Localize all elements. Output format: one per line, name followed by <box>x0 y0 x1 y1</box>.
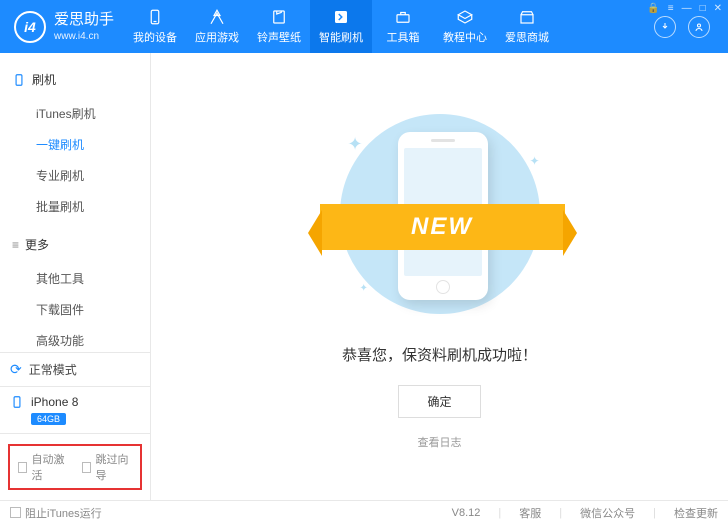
app-logo: i4 爱思助手 www.i4.cn <box>0 11 124 43</box>
status-label: 正常模式 <box>29 361 77 378</box>
nav-label: 应用游戏 <box>195 29 239 45</box>
shop-icon <box>518 8 536 26</box>
sidebar-item-onekey-flash[interactable]: 一键刷机 <box>0 129 150 160</box>
phone-icon <box>146 8 164 26</box>
new-ribbon: NEW <box>320 204 565 250</box>
sidebar-item-itunes-flash[interactable]: iTunes刷机 <box>0 98 150 129</box>
nav-label: 铃声壁纸 <box>257 29 301 45</box>
section-label: 刷机 <box>32 71 56 88</box>
nav-wallpaper[interactable]: 铃声壁纸 <box>248 0 310 53</box>
user-button[interactable] <box>688 16 710 38</box>
nav-apps[interactable]: 应用游戏 <box>186 0 248 53</box>
support-link[interactable]: 客服 <box>519 505 541 521</box>
nav-label: 我的设备 <box>133 29 177 45</box>
nav-tutorial[interactable]: 教程中心 <box>434 0 496 53</box>
sidebar-item-download-fw[interactable]: 下载固件 <box>0 294 150 325</box>
sidebar-item-batch-flash[interactable]: 批量刷机 <box>0 191 150 222</box>
success-message: 恭喜您，保资料刷机成功啦！ <box>342 344 537 365</box>
checks-area: 自动激活 跳过向导 <box>0 433 150 500</box>
header-right <box>654 16 728 38</box>
auto-activate-checkbox[interactable]: 自动激活 <box>18 451 68 483</box>
minimize-button[interactable]: — <box>682 3 692 14</box>
nav-toolbox[interactable]: 工具箱 <box>372 0 434 53</box>
tutorial-icon <box>456 8 474 26</box>
sidebar: 刷机 iTunes刷机 一键刷机 专业刷机 批量刷机 ≡ 更多 其他工具 下载固… <box>0 53 151 500</box>
download-icon <box>659 21 671 33</box>
user-icon <box>693 21 705 33</box>
list-icon: ≡ <box>12 238 19 252</box>
settings-icon[interactable]: ≡ <box>668 3 674 14</box>
block-itunes-checkbox[interactable]: 阻止iTunes运行 <box>10 505 102 521</box>
mode-status[interactable]: ⟳ 正常模式 <box>0 352 150 386</box>
sidebar-item-pro-flash[interactable]: 专业刷机 <box>0 160 150 191</box>
phone-outline-icon <box>12 73 26 87</box>
section-label: 更多 <box>25 236 49 253</box>
check-update-link[interactable]: 检查更新 <box>674 505 718 521</box>
app-url: www.i4.cn <box>54 31 99 42</box>
device-info[interactable]: iPhone 8 64GB <box>0 386 150 433</box>
footer: 阻止iTunes运行 V8.12 | 客服 | 微信公众号 | 检查更新 <box>0 500 728 524</box>
device-name-label: iPhone 8 <box>31 395 78 409</box>
success-illustration: ✦ ✦ ✦ NEW <box>330 104 550 324</box>
device-icon <box>10 395 24 409</box>
nav-flash[interactable]: 智能刷机 <box>310 0 372 53</box>
nav-shop[interactable]: 爱思商城 <box>496 0 558 53</box>
ok-button[interactable]: 确定 <box>398 385 480 418</box>
wechat-link[interactable]: 微信公众号 <box>580 505 635 521</box>
download-button[interactable] <box>654 16 676 38</box>
highlight-box: 自动激活 跳过向导 <box>8 444 142 490</box>
sidebar-item-advanced[interactable]: 高级功能 <box>0 325 150 352</box>
nav-label: 工具箱 <box>387 29 420 45</box>
logo-icon: i4 <box>14 11 46 43</box>
section-flash[interactable]: 刷机 <box>0 67 150 92</box>
music-icon <box>270 8 288 26</box>
close-button[interactable]: ✕ <box>714 3 722 14</box>
lock-icon[interactable]: 🔒 <box>647 3 659 14</box>
view-log-link[interactable]: 查看日志 <box>418 434 462 450</box>
skip-guide-checkbox[interactable]: 跳过向导 <box>82 451 132 483</box>
apps-icon <box>208 8 226 26</box>
window-controls: 🔒 ≡ — □ ✕ <box>647 3 722 14</box>
nav-label: 爱思商城 <box>505 29 549 45</box>
main-content: ✦ ✦ ✦ NEW 恭喜您，保资料刷机成功啦！ 确定 查看日志 <box>151 53 728 500</box>
app-name: 爱思助手 <box>54 11 114 28</box>
section-more[interactable]: ≡ 更多 <box>0 232 150 257</box>
flash-icon <box>332 8 350 26</box>
maximize-button[interactable]: □ <box>700 3 706 14</box>
nav-my-device[interactable]: 我的设备 <box>124 0 186 53</box>
nav-label: 教程中心 <box>443 29 487 45</box>
storage-badge: 64GB <box>31 413 66 425</box>
version-label: V8.12 <box>452 507 481 519</box>
toolbox-icon <box>394 8 412 26</box>
main-nav: 我的设备 应用游戏 铃声壁纸 智能刷机 工具箱 教程中心 爱思商城 <box>124 0 654 53</box>
nav-label: 智能刷机 <box>319 29 363 45</box>
refresh-icon: ⟳ <box>10 361 22 378</box>
sidebar-item-other-tools[interactable]: 其他工具 <box>0 263 150 294</box>
app-header: i4 爱思助手 www.i4.cn 我的设备 应用游戏 铃声壁纸 智能刷机 工具… <box>0 0 728 53</box>
